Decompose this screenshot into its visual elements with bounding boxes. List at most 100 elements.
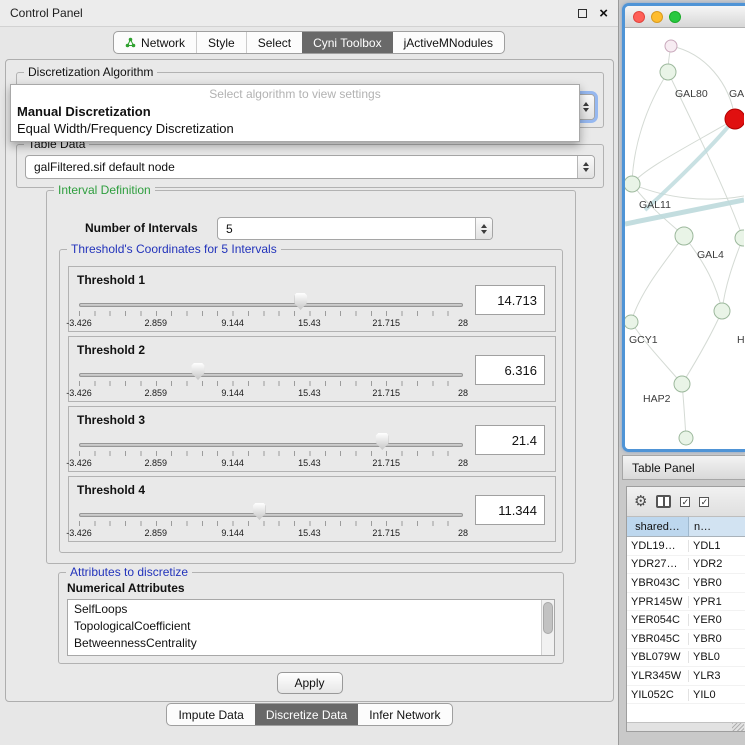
table-row[interactable]: YBR043C YBR0	[627, 574, 745, 593]
list-scrollbar[interactable]	[541, 600, 554, 655]
threshold-1-label: Threshold 1	[77, 273, 145, 287]
network-node-selected-red[interactable]	[725, 109, 744, 129]
tab-impute-data[interactable]: Impute Data	[167, 704, 254, 725]
slider-thumb[interactable]	[294, 293, 307, 310]
cyni-toolbox-panel: Discretization Algorithm Table Data galF…	[5, 59, 614, 702]
combo-arrows-icon[interactable]	[577, 156, 594, 178]
network-node-hap2[interactable]	[674, 376, 690, 392]
combo-arrows-icon[interactable]	[475, 218, 492, 239]
list-item[interactable]: BetweennessCentrality	[68, 634, 554, 651]
tick-label: 15.43	[298, 458, 321, 468]
table-row[interactable]: YIL052C YIL0	[627, 686, 745, 705]
bottom-tab-row: Impute Data Discretize Data Infer Networ…	[0, 703, 619, 726]
cell-shared-name: YDR27…	[627, 558, 689, 570]
network-node[interactable]	[735, 230, 744, 246]
network-node-gal11[interactable]	[625, 176, 640, 192]
column-header-shared-name[interactable]: shared…	[627, 517, 689, 536]
control-panel-titlebar: Control Panel ×	[0, 0, 618, 27]
table-row[interactable]: YLR345W YLR3	[627, 667, 745, 686]
threshold-3-slider[interactable]: -3.426 2.859 9.144 15.43 21.715 28	[79, 431, 463, 471]
threshold-4-slider[interactable]: -3.426 2.859 9.144 15.43 21.715 28	[79, 501, 463, 541]
interval-definition-group: Interval Definition Number of Intervals …	[46, 190, 576, 564]
columns-icon[interactable]	[656, 495, 671, 508]
attributes-group-label: Attributes to discretize	[66, 565, 192, 579]
network-node-gal4[interactable]	[675, 227, 693, 245]
checkbox-icon[interactable]: ✓	[680, 497, 690, 507]
attributes-to-discretize-group: Attributes to discretize Numerical Attri…	[58, 572, 564, 664]
threshold-4-value-field[interactable]: 11.344	[475, 495, 545, 525]
tick-label: 28	[458, 318, 468, 328]
cell-shared-name: YIL052C	[627, 689, 689, 701]
float-window-icon[interactable]	[578, 9, 587, 18]
network-node[interactable]	[665, 40, 677, 52]
network-canvas[interactable]: GAL80 GA GAL11 GAL4 GCY1 H HAP2	[625, 28, 745, 449]
network-node-gal80[interactable]	[660, 64, 676, 80]
tab-impute-data-label: Impute Data	[178, 708, 243, 722]
slider-ticks	[79, 451, 463, 456]
node-label: HAP2	[643, 393, 671, 405]
gear-icon[interactable]: ⚙	[634, 494, 647, 509]
tick-label: 9.144	[221, 528, 244, 538]
tab-style[interactable]: Style	[196, 32, 246, 53]
tab-select[interactable]: Select	[246, 32, 302, 53]
table-row[interactable]: YPR145W YPR1	[627, 593, 745, 612]
tick-label: 9.144	[221, 318, 244, 328]
window-resize-grip[interactable]	[627, 722, 745, 731]
tick-label: -3.426	[66, 318, 92, 328]
cell-name: YBR0	[689, 633, 745, 645]
network-node[interactable]	[714, 303, 730, 319]
close-button[interactable]	[633, 11, 645, 23]
list-item[interactable]: TopologicalCoefficient	[68, 617, 554, 634]
minimize-button[interactable]	[651, 11, 663, 23]
dropdown-option-equal-width[interactable]: Equal Width/Frequency Discretization	[11, 120, 579, 137]
slider-track[interactable]	[79, 303, 463, 307]
tick-label: 2.859	[145, 388, 168, 398]
network-node[interactable]	[679, 431, 693, 445]
slider-track[interactable]	[79, 373, 463, 377]
list-item[interactable]: SelfLoops	[68, 600, 554, 617]
threshold-3-value-field[interactable]: 21.4	[475, 425, 545, 455]
slider-thumb[interactable]	[192, 363, 205, 380]
slider-track[interactable]	[79, 443, 463, 447]
cell-name: YER0	[689, 614, 745, 626]
table-row[interactable]: YBL079W YBL0	[627, 649, 745, 668]
zoom-button[interactable]	[669, 11, 681, 23]
table-data-select[interactable]: galFiltered.sif default node	[25, 155, 595, 179]
tab-infer-network[interactable]: Infer Network	[358, 704, 451, 725]
threshold-1-value-field[interactable]: 14.713	[475, 285, 545, 315]
threshold-1-slider[interactable]: -3.426 2.859 9.144 15.43 21.715 28	[79, 291, 463, 331]
tick-label: 9.144	[221, 388, 244, 398]
tab-cyni-toolbox-label: Cyni Toolbox	[313, 36, 381, 50]
table-header-row: shared… n…	[627, 517, 745, 537]
table-row[interactable]: YDR27… YDR2	[627, 556, 745, 575]
tab-cyni-toolbox[interactable]: Cyni Toolbox	[302, 32, 392, 53]
numerical-attributes-list[interactable]: SelfLoops TopologicalCoefficient Between…	[67, 599, 555, 656]
network-graph[interactable]: GAL80 GA GAL11 GAL4 GCY1 H HAP2	[625, 28, 744, 449]
table-row[interactable]: YER054C YER0	[627, 611, 745, 630]
threshold-2-label: Threshold 2	[77, 343, 145, 357]
cell-name: YDR2	[689, 558, 745, 570]
tick-label: 28	[458, 458, 468, 468]
number-of-intervals-select[interactable]: 5	[217, 217, 493, 240]
tab-discretize-data[interactable]: Discretize Data	[255, 704, 358, 725]
dropdown-option-manual-discretization[interactable]: Manual Discretization	[11, 103, 579, 120]
threshold-2-value-field[interactable]: 6.316	[475, 355, 545, 385]
slider-thumb[interactable]	[253, 503, 266, 520]
number-of-intervals-label: Number of Intervals	[85, 221, 198, 235]
table-row[interactable]: YDL19… YDL1	[627, 537, 745, 556]
slider-track[interactable]	[79, 513, 463, 517]
apply-button[interactable]: Apply	[277, 672, 343, 694]
tab-infer-network-label: Infer Network	[369, 708, 440, 722]
column-header-name[interactable]: n…	[689, 517, 745, 536]
table-row[interactable]: YBR045C YBR0	[627, 630, 745, 649]
network-node-gcy1[interactable]	[625, 315, 638, 329]
threshold-2-slider[interactable]: -3.426 2.859 9.144 15.43 21.715 28	[79, 361, 463, 401]
checkbox-icon[interactable]: ✓	[699, 497, 709, 507]
close-panel-icon[interactable]: ×	[599, 6, 608, 21]
slider-ticks	[79, 521, 463, 526]
tab-jactivemnodules[interactable]: jActiveMNodules	[393, 32, 504, 53]
tab-network[interactable]: Network	[114, 32, 196, 53]
cell-shared-name: YLR345W	[627, 670, 689, 682]
list-scrollbar-thumb[interactable]	[543, 602, 553, 634]
slider-thumb[interactable]	[376, 433, 389, 450]
